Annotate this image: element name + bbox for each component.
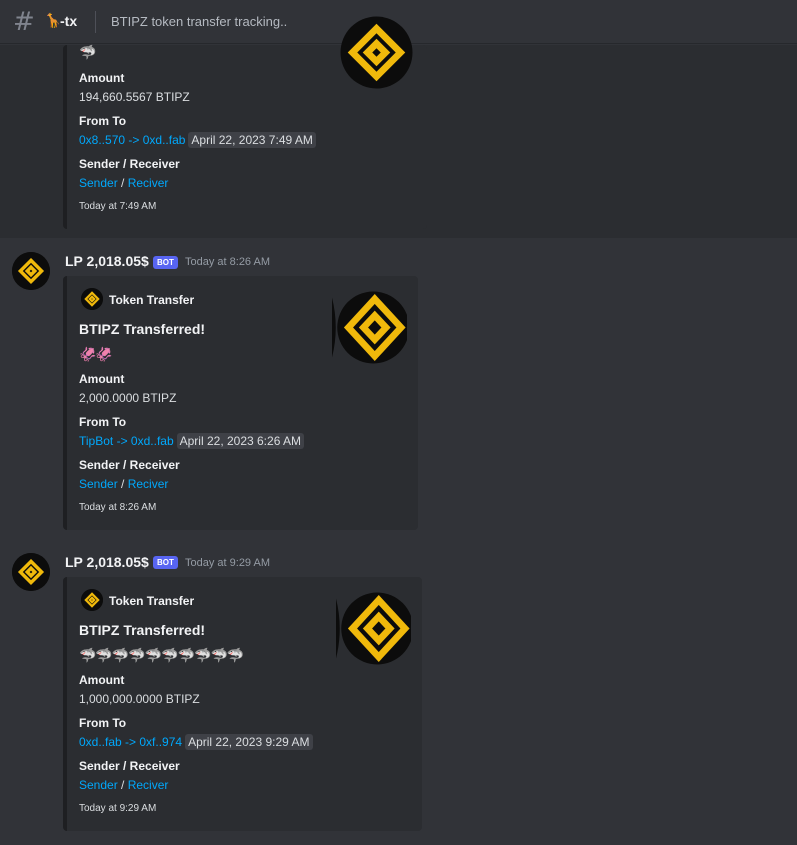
author-icon (81, 589, 103, 611)
hash-icon: # (13, 7, 35, 37)
message-time: Today at 9:29 AM (185, 557, 270, 569)
separator: / (117, 176, 128, 190)
embed-footer: Today at 7:49 AM (79, 201, 157, 212)
sender-receiver-label: Sender / Receiver (79, 458, 180, 472)
bnb-logo-icon[interactable] (336, 591, 411, 666)
sender-link[interactable]: Sender (79, 477, 118, 491)
avatar[interactable] (12, 252, 50, 290)
sender-receiver-value: Sender / Reciver (79, 176, 168, 190)
arrow-text: -> (121, 735, 140, 749)
sender-receiver-label: Sender / Receiver (79, 759, 180, 773)
timestamp-chip[interactable]: April 22, 2023 6:26 AM (176, 433, 305, 449)
from-link[interactable]: 0xd..fab (79, 735, 122, 749)
to-link[interactable]: 0xd..fab (143, 133, 186, 147)
fromto-value: 0x8..570 -> 0xd..fab April 22, 2023 7:49 … (79, 132, 316, 148)
embed-emojis: 🦑🦑 (79, 346, 113, 362)
separator: / (117, 477, 128, 491)
fromto-label: From To (79, 716, 127, 730)
fromto-label: From To (79, 415, 127, 429)
embed-author[interactable]: Token Transfer (109, 293, 194, 307)
separator: / (117, 778, 128, 792)
sender-link[interactable]: Sender (79, 778, 118, 792)
channel-name[interactable]: -tx (60, 13, 77, 29)
from-link[interactable]: TipBot (79, 434, 113, 448)
timestamp-chip[interactable]: April 22, 2023 9:29 AM (185, 734, 313, 750)
embed-author[interactable]: Token Transfer (109, 594, 194, 608)
receiver-link[interactable]: Reciver (128, 778, 169, 792)
amount-value: 2,000.0000 BTIPZ (79, 391, 177, 405)
header-divider (95, 11, 96, 33)
bnb-logo-icon[interactable] (339, 15, 414, 90)
bot-tag: BOT (153, 256, 178, 269)
embed-footer: Today at 8:26 AM (79, 502, 157, 513)
username[interactable]: LP 2,018.05$ (65, 554, 149, 570)
arrow-text: -> (125, 133, 143, 147)
amount-label: Amount (79, 71, 125, 85)
sender-receiver-label: Sender / Receiver (79, 157, 180, 171)
to-link[interactable]: 0xf..974 (139, 735, 182, 749)
receiver-link[interactable]: Reciver (128, 477, 169, 491)
amount-value: 194,660.5567 BTIPZ (79, 90, 190, 104)
fromto-value: 0xd..fab -> 0xf..974 April 22, 2023 9:29 … (79, 734, 313, 750)
amount-label: Amount (79, 372, 125, 386)
embed-footer: Today at 9:29 AM (79, 803, 157, 814)
author-icon (81, 288, 103, 310)
channel-emoji: 🦒 (44, 12, 62, 28)
to-link[interactable]: 0xd..fab (131, 434, 174, 448)
embed-emojis: 🦈 (79, 44, 96, 60)
avatar[interactable] (12, 553, 50, 591)
embed-emojis: 🦈🦈🦈🦈🦈🦈🦈🦈🦈🦈 (79, 647, 244, 663)
sender-receiver-value: Sender / Reciver (79, 477, 168, 491)
receiver-link[interactable]: Reciver (128, 176, 169, 190)
from-link[interactable]: 0x8..570 (79, 133, 125, 147)
fromto-label: From To (79, 114, 127, 128)
sender-link[interactable]: Sender (79, 176, 118, 190)
amount-label: Amount (79, 673, 125, 687)
bot-tag: BOT (153, 556, 178, 569)
arrow-text: -> (113, 434, 131, 448)
embed-1: 🦈 Amount 194,660.5567 BTIPZ From To 0x8.… (63, 16, 427, 229)
embed-title: BTIPZ Transferred! (79, 622, 206, 638)
bnb-logo-icon[interactable] (332, 290, 407, 365)
channel-topic[interactable]: BTIPZ token transfer tracking.. (111, 14, 287, 29)
sender-receiver-value: Sender / Reciver (79, 778, 168, 792)
fromto-value: TipBot -> 0xd..fab April 22, 2023 6:26 AM (79, 433, 305, 449)
embed-title: BTIPZ Transferred! (79, 321, 206, 337)
message-time: Today at 8:26 AM (185, 256, 270, 268)
embed-3: Token Transfer BTIPZ Transferred! 🦈🦈🦈🦈🦈🦈… (63, 577, 422, 831)
amount-value: 1,000,000.0000 BTIPZ (79, 692, 200, 706)
timestamp-chip[interactable]: April 22, 2023 7:49 AM (188, 132, 316, 148)
embed-2: Token Transfer BTIPZ Transferred! 🦑🦑 Amo… (63, 276, 418, 530)
username[interactable]: LP 2,018.05$ (65, 253, 149, 269)
